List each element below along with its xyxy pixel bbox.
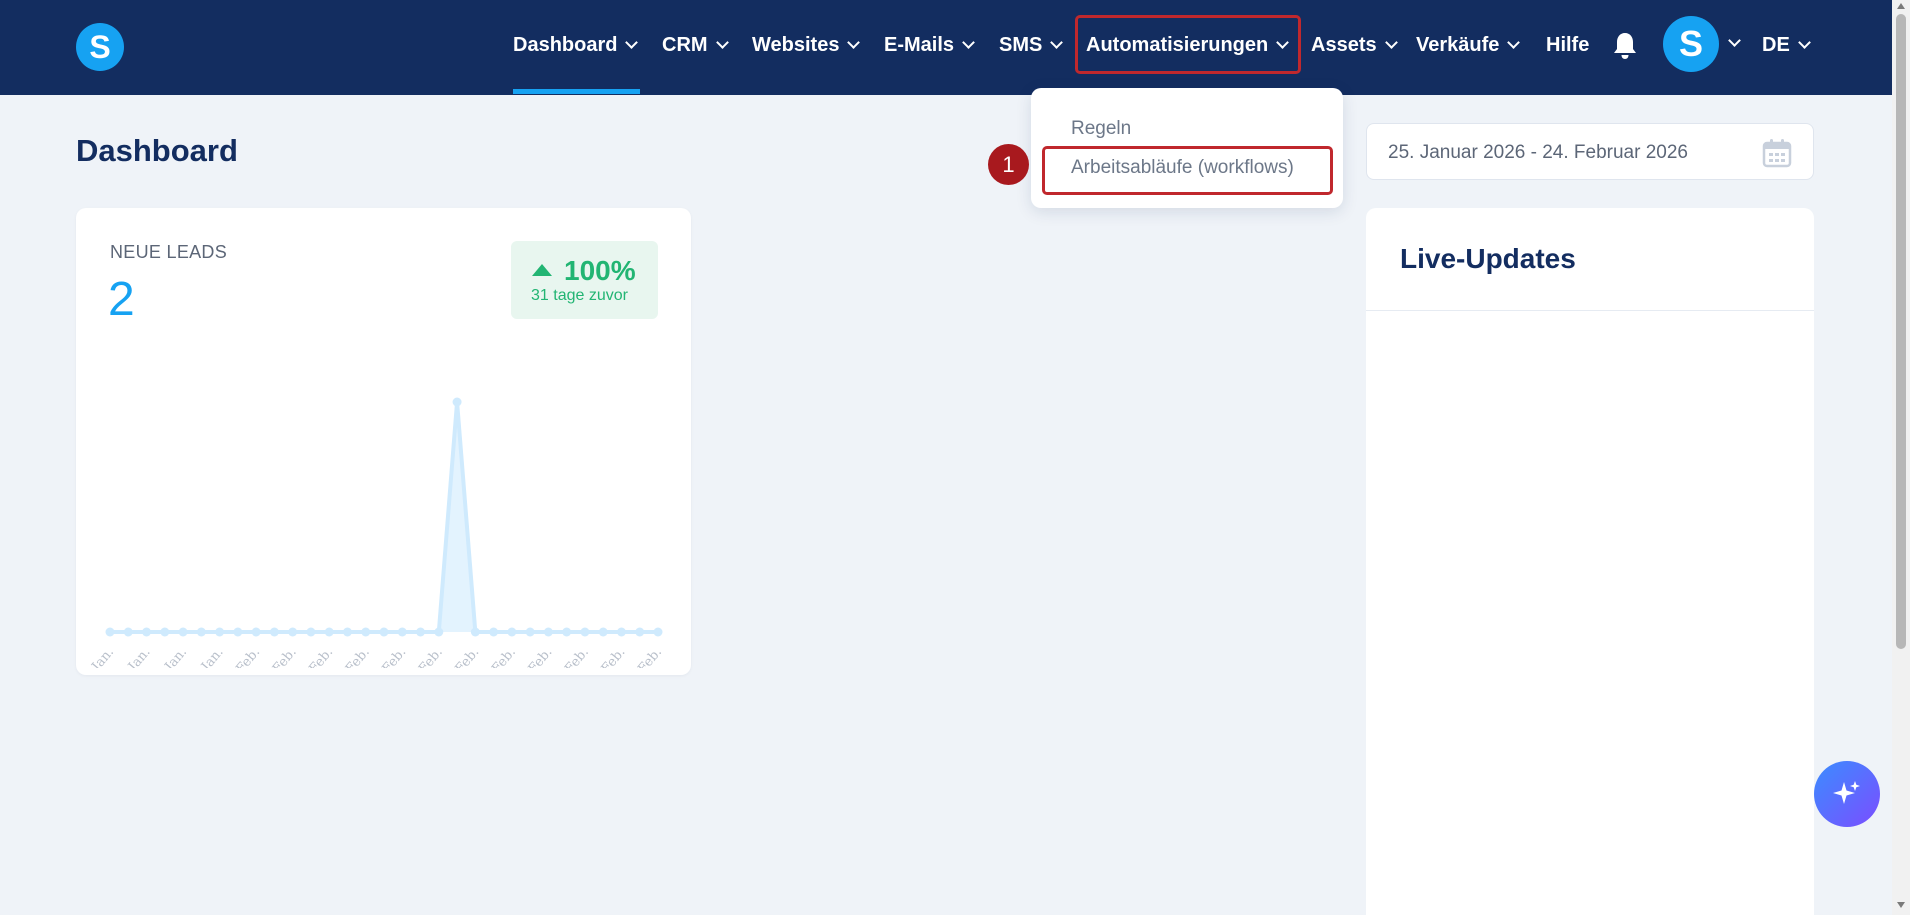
chart-point xyxy=(379,627,389,637)
calendar-icon xyxy=(1762,139,1792,168)
scrollbar-thumb[interactable] xyxy=(1896,14,1906,649)
dropdown-item-regeln[interactable]: Regeln xyxy=(1071,118,1131,140)
chart-point xyxy=(342,627,352,637)
bell-icon[interactable] xyxy=(1612,31,1638,61)
language-label: DE xyxy=(1762,33,1790,56)
chart-point xyxy=(653,627,663,637)
automation-dropdown: Regeln Arbeitsabläufe (workflows) xyxy=(1031,88,1343,208)
scroll-up-arrow-icon[interactable] xyxy=(1897,3,1905,9)
chart-tick-label: 31. Jan. xyxy=(183,645,227,668)
chart-point xyxy=(269,627,279,637)
date-range-value: 25. Januar 2026 - 24. Februar 2026 xyxy=(1388,142,1688,163)
chart-point xyxy=(123,627,133,637)
nav-item-crm[interactable]: CRM xyxy=(662,32,729,58)
chart-point xyxy=(105,627,115,637)
chart-point xyxy=(416,627,426,637)
logo[interactable]: S xyxy=(76,23,124,71)
growth-badge: 100% 31 tage zuvor xyxy=(511,241,658,319)
nav-item-websites[interactable]: Websites xyxy=(752,32,861,58)
chevron-down-icon xyxy=(625,36,639,49)
chart-point xyxy=(215,627,225,637)
chart-point xyxy=(196,627,206,637)
nav-item-label: Dashboard xyxy=(513,33,618,56)
nav-item-hilfe[interactable]: Hilfe xyxy=(1546,32,1589,58)
scrollbar[interactable] xyxy=(1892,0,1910,915)
chart-point xyxy=(434,627,444,637)
scroll-down-arrow-icon[interactable] xyxy=(1897,902,1905,908)
chart-point xyxy=(288,627,298,637)
nav-item-label: Assets xyxy=(1311,33,1377,56)
chart-point xyxy=(470,627,480,637)
highlight-frame xyxy=(1075,15,1301,74)
leads-label: NEUE LEADS xyxy=(110,242,228,262)
chart-point xyxy=(361,627,371,637)
chart-point xyxy=(562,627,572,637)
nav-item-label: SMS xyxy=(999,33,1043,56)
chevron-down-icon xyxy=(962,36,975,49)
nav-item-assets[interactable]: Assets xyxy=(1311,32,1398,58)
nav-item-dashboard[interactable]: Dashboard xyxy=(513,32,639,58)
chevron-down-icon xyxy=(1384,36,1398,49)
chart-point xyxy=(397,627,407,637)
chart-point xyxy=(306,627,316,637)
chart-point xyxy=(452,397,462,407)
nav-item-label: Hilfe xyxy=(1546,33,1590,56)
chevron-down-icon xyxy=(715,36,729,49)
leads-value: 2 xyxy=(108,273,135,326)
step-badge: 1 xyxy=(988,144,1029,185)
chart-point xyxy=(598,627,608,637)
live-updates-title: Live-Updates xyxy=(1400,243,1576,274)
nav-item-label: E-Mails xyxy=(884,33,955,56)
chevron-down-icon xyxy=(1507,36,1521,49)
chart-area xyxy=(110,402,658,632)
highlight-frame xyxy=(1042,146,1333,195)
page-title: Dashboard xyxy=(76,133,238,168)
chart-point xyxy=(251,627,261,637)
top-navigation: S Dashboard CRM Websites E-Mails SMS Aut… xyxy=(0,0,1892,95)
chevron-down-icon xyxy=(1050,36,1064,49)
growth-caption: 31 tage zuvor xyxy=(531,287,628,304)
avatar[interactable]: S xyxy=(1663,16,1719,72)
chart-point xyxy=(160,627,170,637)
chart-point xyxy=(543,627,553,637)
nav-item-label: Verkäufe xyxy=(1416,33,1500,56)
chart-point xyxy=(489,627,499,637)
ai-assistant-button[interactable] xyxy=(1814,761,1880,827)
chevron-down-icon xyxy=(847,36,861,49)
live-updates-card: Live-Updates xyxy=(1366,208,1814,915)
chart-point xyxy=(233,627,243,637)
date-range-picker[interactable]: 25. Januar 2026 - 24. Februar 2026 xyxy=(1366,123,1814,180)
chart-point xyxy=(507,627,517,637)
chevron-down-icon xyxy=(1797,36,1811,49)
nav-item-label: CRM xyxy=(662,33,708,56)
chart-tick-label: 29. Jan. xyxy=(146,645,190,668)
new-leads-card: NEUE LEADS 2 100% 31 tage zuvor 25. Jan.… xyxy=(76,208,691,675)
chart-tick-label: 27. Jan. xyxy=(110,645,154,668)
growth-value: 100% xyxy=(564,255,636,286)
chart-point xyxy=(635,627,645,637)
chart-tick-label: 25. Jan. xyxy=(76,645,117,668)
nav-item-sms[interactable]: SMS xyxy=(999,32,1064,58)
chart-point xyxy=(178,627,188,637)
sparkle-icon xyxy=(1833,781,1860,804)
language-selector[interactable]: DE xyxy=(1762,32,1811,58)
arrow-up-icon xyxy=(532,264,552,276)
chart-point xyxy=(525,627,535,637)
chart-point xyxy=(580,627,590,637)
nav-item-label: Websites xyxy=(752,33,840,56)
divider xyxy=(1366,310,1814,311)
chart-point xyxy=(142,627,152,637)
chart-point xyxy=(616,627,626,637)
nav-item-emails[interactable]: E-Mails xyxy=(884,32,975,58)
chart-series-line xyxy=(110,401,658,634)
nav-item-verkaeufe[interactable]: Verkäufe xyxy=(1416,32,1521,58)
chart-point xyxy=(324,627,334,637)
chevron-down-icon[interactable] xyxy=(1728,34,1741,47)
active-nav-indicator xyxy=(513,89,640,94)
leads-chart: 25. Jan.27. Jan.29. Jan.31. Jan.02. Feb.… xyxy=(76,397,665,668)
